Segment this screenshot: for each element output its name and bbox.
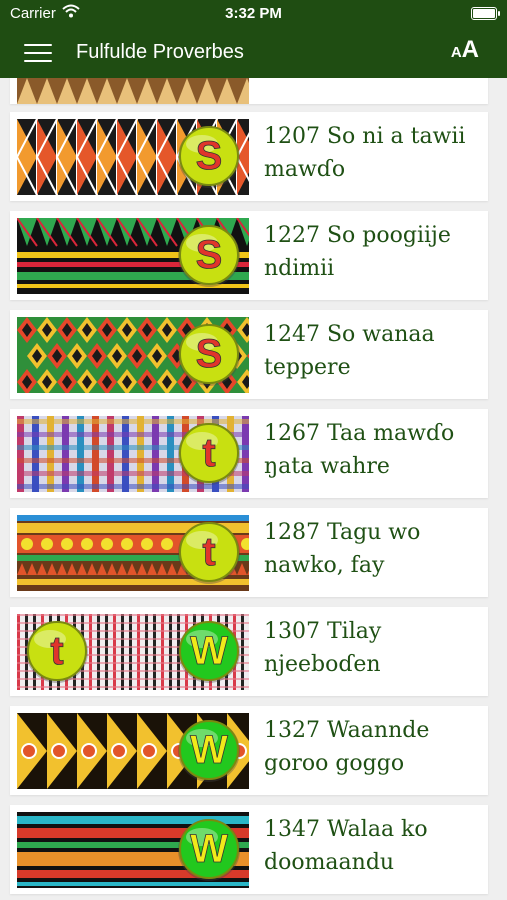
- hamburger-menu-icon[interactable]: [24, 42, 54, 64]
- proverb-thumbnail: [17, 78, 249, 104]
- proverb-title: 1267 Taa mawɗo ŋata wahre: [264, 421, 455, 479]
- list-item[interactable]: t 1267 Taa mawɗo ŋata wahre: [10, 409, 488, 498]
- list-item[interactable]: t W 1307 Tilay njeeboɗen: [10, 607, 488, 696]
- letter-badge-icon: s: [176, 78, 242, 79]
- proverb-list[interactable]: s S 1207 So ni a tawii mawɗo S 1227 So p…: [0, 78, 507, 900]
- battery-icon: [471, 7, 500, 20]
- proverb-title: 1347 Walaa ko doomaandu: [264, 817, 428, 875]
- letter-badge-icon: W: [176, 718, 242, 789]
- letter-badge-icon: S: [176, 223, 242, 294]
- svg-text:S: S: [196, 233, 223, 277]
- svg-text:W: W: [190, 629, 228, 673]
- status-bar: Carrier 3:32 PM: [0, 0, 507, 28]
- list-item[interactable]: t 1287 Tagu wo nawko, fay: [10, 508, 488, 597]
- list-item[interactable]: S 1247 So wanaa teppere: [10, 310, 488, 399]
- font-size-button[interactable]: AA: [451, 36, 479, 64]
- proverb-title: 1247 So wanaa teppere: [264, 322, 435, 380]
- letter-badge-icon: t: [176, 520, 242, 591]
- list-item[interactable]: W 1327 Waannde goroo goggo: [10, 706, 488, 795]
- proverb-title: 1307 Tilay njeeboɗen: [264, 619, 382, 677]
- svg-text:S: S: [196, 134, 223, 178]
- list-item[interactable]: s: [10, 78, 488, 104]
- svg-text:t: t: [202, 431, 215, 475]
- letter-badge-icon: W: [176, 817, 242, 888]
- letter-badge-icon: S: [176, 124, 242, 195]
- list-item[interactable]: W 1347 Walaa ko doomaandu: [10, 805, 488, 894]
- proverb-title: 1287 Tagu wo nawko, fay: [264, 520, 421, 578]
- letter-badge-icon: W: [176, 619, 242, 690]
- svg-text:S: S: [196, 332, 223, 376]
- proverb-title: 1207 So ni a tawii mawɗo: [264, 124, 466, 182]
- svg-text:t: t: [202, 530, 215, 574]
- proverb-title: 1327 Waannde goroo goggo: [264, 718, 430, 776]
- list-item[interactable]: S 1207 So ni a tawii mawɗo: [10, 112, 488, 201]
- proverb-title: 1227 So poogiije ndimii: [264, 223, 451, 281]
- letter-badge-icon: t: [176, 421, 242, 492]
- status-time: 3:32 PM: [225, 5, 282, 22]
- svg-text:W: W: [190, 728, 228, 772]
- nav-bar: Fulfulde Proverbes AA: [0, 28, 507, 78]
- letter-badge-icon: S: [176, 322, 242, 393]
- list-item[interactable]: S 1227 So poogiije ndimii: [10, 211, 488, 300]
- svg-text:t: t: [50, 629, 63, 673]
- svg-text:W: W: [190, 827, 228, 871]
- page-title: Fulfulde Proverbes: [76, 41, 244, 63]
- letter-badge-icon: t: [24, 619, 90, 690]
